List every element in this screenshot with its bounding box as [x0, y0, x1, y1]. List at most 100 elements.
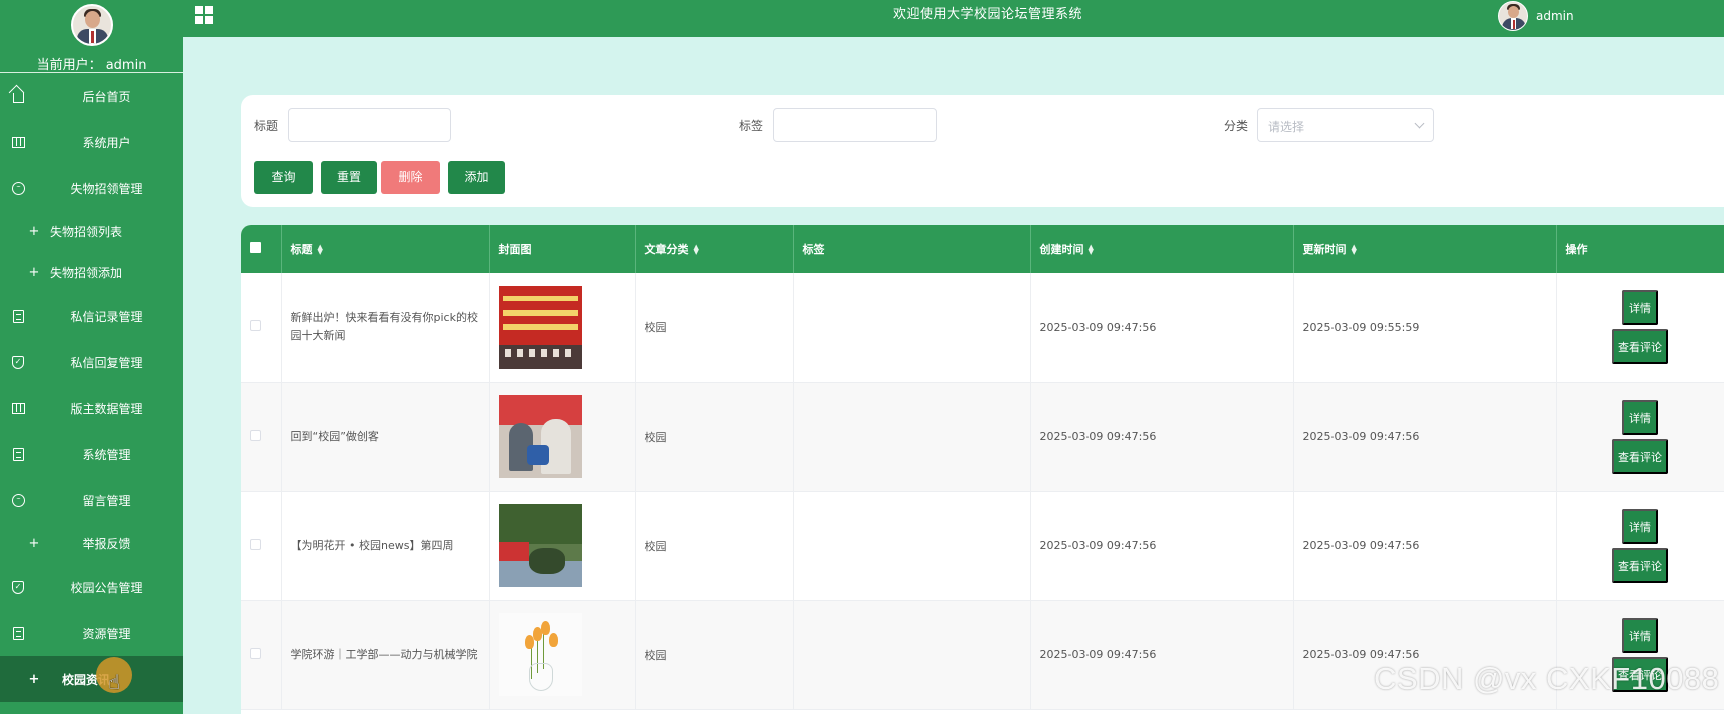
top-header: 欢迎使用大学校园论坛管理系统 admin [183, 0, 1724, 37]
sidebar-item-message-replies[interactable]: ✓ 私信回复管理 [0, 339, 183, 385]
select-all-header[interactable] [241, 225, 282, 273]
sidebar-menu: 后台首页 系统用户 ··· 失物招领管理 + 失物招领列表 + 失物招领添加 私… [0, 73, 183, 702]
row-category: 校园 [635, 600, 794, 710]
sort-icon[interactable]: ▲ ▼ [694, 244, 699, 256]
sidebar-item-label: 失物招领列表 [50, 225, 123, 239]
home-icon [11, 89, 25, 103]
sidebar-item-private-messages[interactable]: 私信记录管理 [0, 293, 183, 339]
row-tag [793, 273, 1031, 383]
sidebar-item-guestbook[interactable]: ··· 留言管理 [0, 477, 183, 523]
document-icon [11, 626, 25, 640]
plus-icon: + [28, 224, 40, 239]
sidebar-item-label: 私信回复管理 [70, 355, 143, 370]
row-title: 【为明花开 • 校园news】第四周 [290, 538, 454, 552]
cover-image[interactable] [498, 613, 582, 696]
category-select[interactable]: 请选择 [1257, 108, 1434, 142]
row-category: 校园 [635, 382, 794, 492]
cover-image[interactable] [498, 395, 582, 478]
sort-icon[interactable]: ▲ ▼ [1089, 244, 1094, 256]
table-header-row: 标题 ▲ ▼ 封面图 文章分类 ▲ ▼ 标签 创建时间 ▲ ▼ 更新时间 ▲ ▼ 操作 [241, 225, 1724, 273]
view-comments-button[interactable]: 查看评论 [1612, 329, 1668, 365]
header-user-menu[interactable]: admin [1498, 0, 1574, 32]
row-title: 回到“校园”做创客 [290, 429, 379, 443]
grid-icon [11, 135, 25, 149]
view-comments-button[interactable]: 查看评论 [1612, 438, 1668, 474]
column-header-tag: 标签 [793, 225, 1031, 273]
current-user-label: 当前用户： admin [36, 58, 147, 73]
sidebar-item-announcements[interactable]: ✓ 校园公告管理 [0, 564, 183, 610]
row-created-time: 2025-03-09 09:47:56 [1030, 273, 1294, 383]
sidebar-item-system-management[interactable]: 系统管理 [0, 431, 183, 477]
sidebar-item-label: 系统用户 [82, 135, 131, 150]
row-tag [793, 382, 1031, 492]
row-tag [793, 491, 1031, 601]
column-header-cover: 封面图 [489, 225, 636, 273]
sidebar-item-campus-news[interactable]: + 校园资讯 [0, 656, 183, 702]
row-checkbox[interactable] [250, 320, 261, 332]
detail-button[interactable]: 详情 [1622, 290, 1658, 326]
shield-check-icon: ✓ [11, 355, 25, 369]
cover-image[interactable] [498, 285, 582, 369]
add-button[interactable]: 添加 [448, 161, 505, 194]
sidebar-item-label: 失物招领添加 [50, 266, 123, 280]
column-header-category[interactable]: 文章分类 ▲ ▼ [635, 225, 794, 273]
sort-icon[interactable]: ▲ ▼ [1352, 244, 1357, 256]
plus-icon: + [28, 671, 40, 687]
view-comments-button[interactable]: 查看评论 [1612, 547, 1668, 583]
document-icon [11, 309, 25, 323]
column-header-created[interactable]: 创建时间 ▲ ▼ [1030, 225, 1294, 273]
sidebar-item-label: 校园公告管理 [70, 580, 143, 595]
row-updated-time: 2025-03-09 09:47:56 [1293, 382, 1557, 492]
tag-search-input[interactable] [773, 108, 937, 142]
column-header-title[interactable]: 标题 ▲ ▼ [281, 225, 490, 273]
sidebar-item-system-users[interactable]: 系统用户 [0, 119, 183, 165]
menu-toggle-icon[interactable] [195, 6, 213, 24]
news-table: 标题 ▲ ▼ 封面图 文章分类 ▲ ▼ 标签 创建时间 ▲ ▼ 更新时间 ▲ ▼ 操作 新鲜出炉… [241, 225, 1724, 714]
row-checkbox[interactable] [250, 538, 261, 550]
row-created-time: 2025-03-09 09:47:56 [1030, 491, 1294, 601]
grid-icon [11, 401, 25, 415]
tag-field-label: 标签 [739, 119, 764, 133]
chat-icon: ··· [11, 181, 25, 195]
detail-button[interactable]: 详情 [1622, 508, 1658, 544]
reset-button[interactable]: 重置 [321, 161, 377, 194]
avatar [1498, 1, 1528, 31]
sort-icon[interactable]: ▲ ▼ [318, 244, 323, 256]
table-row: 新鲜出炉！快来看看有没有你pick的校园十大新闻 校园 2025-03-09 0… [241, 273, 1724, 383]
category-select-placeholder: 请选择 [1268, 120, 1305, 134]
detail-button[interactable]: 详情 [1622, 617, 1658, 653]
table-row: 回到“校园”做创客 校园 2025-03-09 09:47:56 2025-03… [241, 382, 1724, 492]
row-created-time: 2025-03-09 09:47:56 [1030, 600, 1294, 710]
row-checkbox[interactable] [250, 647, 261, 659]
avatar [70, 4, 113, 46]
sidebar-item-label: 后台首页 [82, 89, 131, 104]
sidebar-item-resources[interactable]: 资源管理 [0, 610, 183, 656]
select-all-checkbox[interactable] [250, 242, 261, 253]
page-title: 欢迎使用大学校园论坛管理系统 [893, 7, 1083, 22]
title-search-input[interactable] [288, 108, 451, 142]
sidebar-item-lost-found-add[interactable]: + 失物招领添加 [0, 252, 183, 293]
row-tag [793, 600, 1031, 710]
column-header-updated[interactable]: 更新时间 ▲ ▼ [1293, 225, 1557, 273]
row-checkbox[interactable] [250, 429, 261, 441]
cover-image[interactable] [498, 504, 582, 587]
sidebar-item-reports[interactable]: + 举报反馈 [0, 523, 183, 564]
sidebar-item-lost-found-list[interactable]: + 失物招领列表 [0, 211, 183, 252]
detail-button[interactable]: 详情 [1622, 399, 1658, 435]
sidebar-item-moderators[interactable]: 版主数据管理 [0, 385, 183, 431]
row-title: 学院环游｜工学部——动力与机械学院 [290, 647, 478, 661]
title-field-label: 标题 [254, 119, 279, 133]
header-username: admin [1536, 9, 1574, 23]
row-updated-time: 2025-03-09 09:55:59 [1293, 273, 1557, 383]
hand-cursor-icon: ☝ [108, 670, 121, 694]
sidebar-item-label: 系统管理 [82, 447, 131, 462]
shield-check-icon: ✓ [11, 580, 25, 594]
query-button[interactable]: 查询 [254, 161, 313, 194]
sidebar-item-dashboard[interactable]: 后台首页 [0, 73, 183, 119]
table-row: 【为明花开 • 校园news】第四周 校园 2025-03-09 09:47:5… [241, 491, 1724, 601]
document-icon [11, 447, 25, 461]
sidebar-item-label: 举报反馈 [82, 537, 131, 551]
row-title: 新鲜出炉！快来看看有没有你pick的校园十大新闻 [290, 311, 478, 343]
sidebar-item-lost-found[interactable]: ··· 失物招领管理 [0, 165, 183, 211]
delete-button[interactable]: 删除 [381, 161, 440, 194]
